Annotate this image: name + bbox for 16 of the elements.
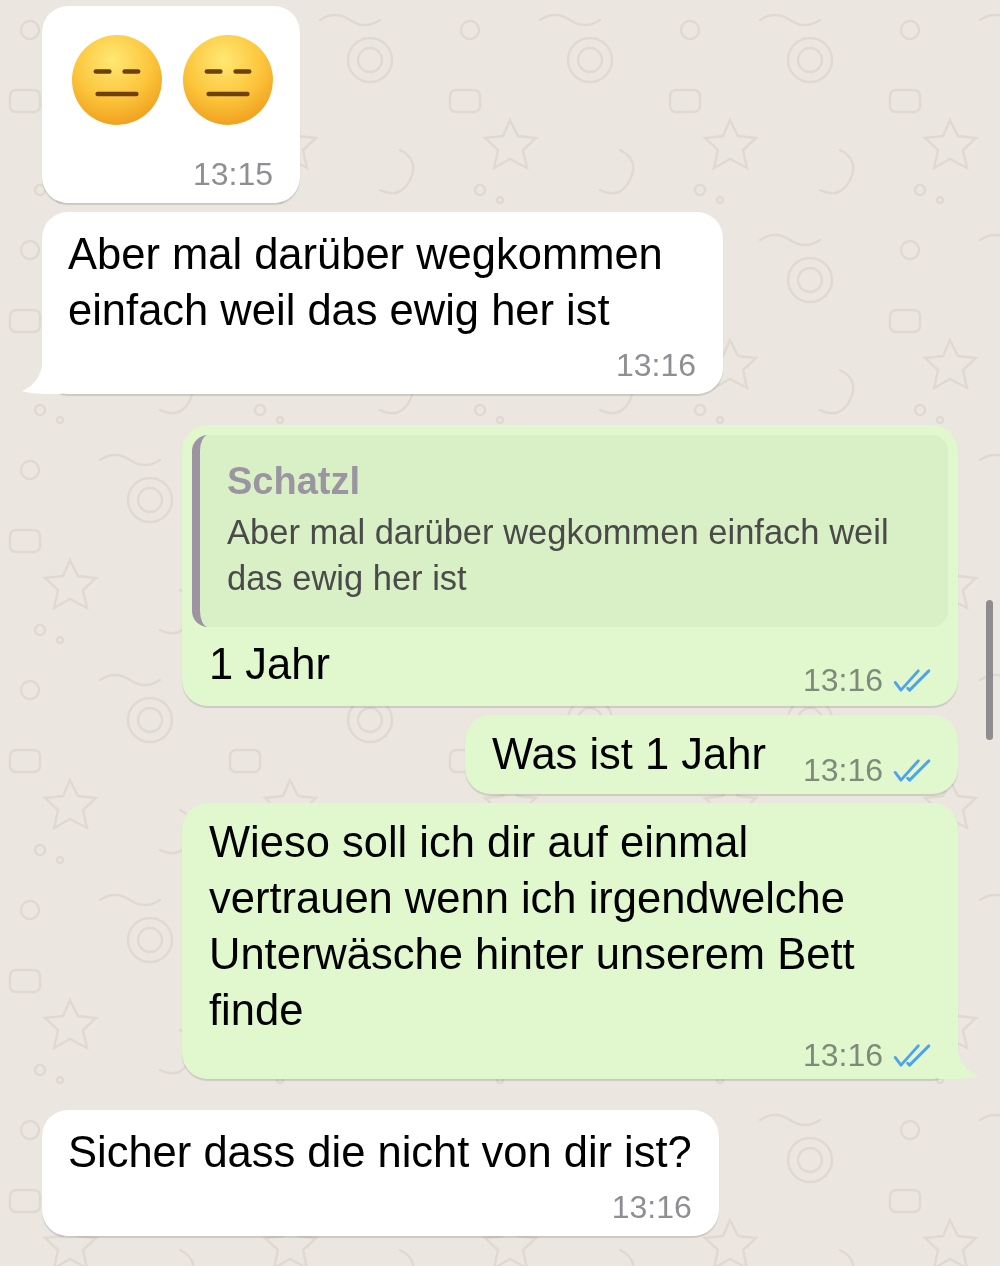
timestamp: 13:15 [192,157,273,191]
message-text: Wieso soll ich dir auf einmal vertrauen wenn ich irgendwelche Unterwäsche hinter unserem Bett finde [209,817,856,1036]
message-text: Was ist 1 Jahr [491,729,766,780]
expressionless-face-icon [72,35,162,125]
timestamp: 13:16 [615,348,696,382]
timestamp: 13:16 [611,1190,692,1224]
message-text: Sicher dass die nicht von dir ist? [68,1127,692,1178]
timestamp: 13:16 [802,1038,883,1072]
timestamp: 13:16 [802,663,883,697]
message-text: 1 Jahr [209,639,330,690]
expressionless-face-icon [183,35,273,125]
quote-author: Schatzl [227,459,362,503]
quote-text: Aber mal darüber wegkommen einfach weil das ewig her ist [227,512,890,599]
quoted-message[interactable]: Schatzl Aber mal darüber wegkommen einfach weil das ewig her ist [192,435,948,627]
message-text: Aber mal darüber wegkommen einfach weil das ewig her ist [68,229,664,336]
timestamp: 13:16 [802,753,883,787]
